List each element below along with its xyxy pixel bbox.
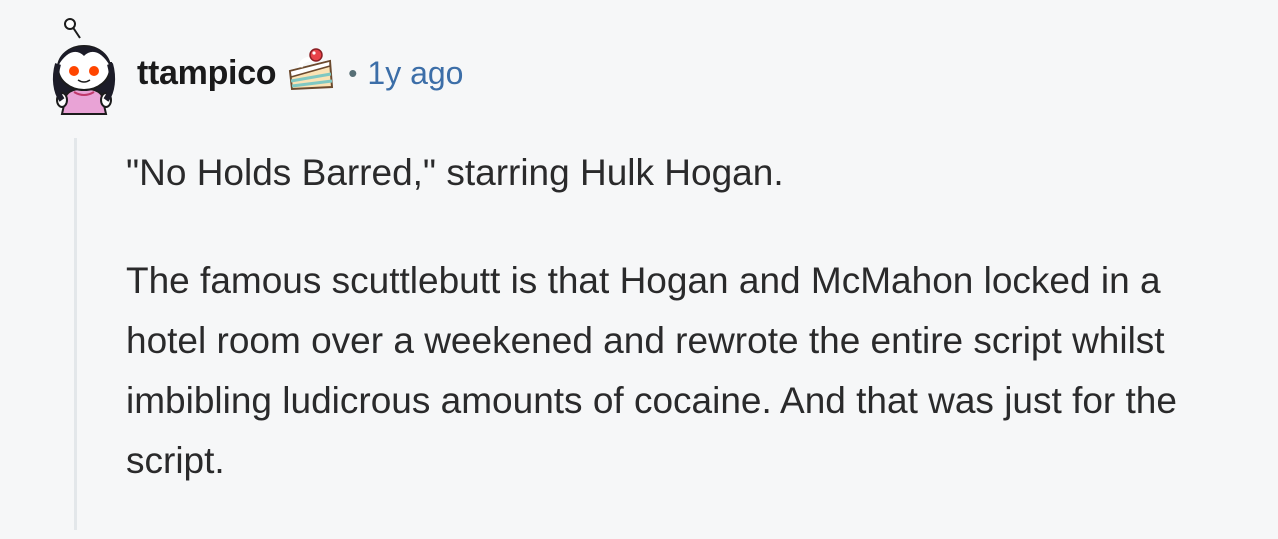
user-avatar[interactable] bbox=[46, 16, 122, 116]
separator-dot: • bbox=[348, 57, 358, 88]
comment-paragraph-1: "No Holds Barred," starring Hulk Hogan. bbox=[126, 152, 784, 193]
comment-header: ttampico • 1y ago bbox=[137, 48, 463, 96]
cake-icon bbox=[289, 48, 334, 91]
comment: ttampico • 1y ago "No Holds Barred," sta… bbox=[0, 0, 1278, 530]
timestamp-link[interactable]: 1y ago bbox=[367, 55, 463, 92]
username-link[interactable]: ttampico bbox=[137, 54, 277, 93]
thread-collapse-line[interactable] bbox=[74, 138, 77, 530]
comment-paragraph-2: The famous scuttlebutt is that Hogan and… bbox=[126, 260, 1177, 481]
comment-body: "No Holds Barred," starring Hulk Hogan. … bbox=[126, 143, 1236, 539]
snoo-avatar-icon bbox=[52, 18, 116, 115]
